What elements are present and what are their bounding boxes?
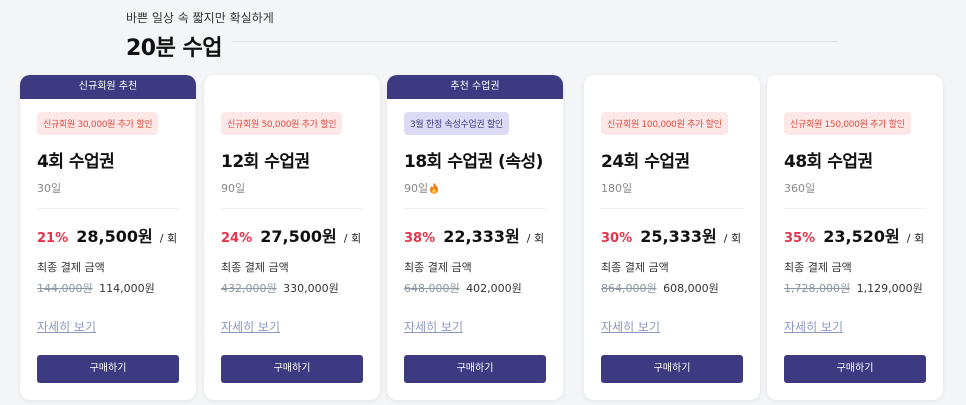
promo-badge: 3월 한정 속성수업권 할인 bbox=[404, 112, 509, 135]
plan-card-48: 신규회원 150,000원 추가 할인 48회 수업권 360일 35% 23,… bbox=[767, 75, 943, 400]
price-row: 21% 28,500원 / 회 bbox=[37, 223, 179, 247]
final-price-label: 최종 결제 금액 bbox=[784, 261, 852, 274]
price-compare: 1,728,000원 1,129,000원 bbox=[784, 280, 926, 296]
per-lesson-label: / 회 bbox=[906, 232, 925, 245]
discount-rate: 35% bbox=[784, 231, 816, 246]
plan-duration: 30일 bbox=[37, 182, 62, 195]
unit-price: 25,333원 bbox=[640, 227, 717, 246]
title-divider bbox=[232, 41, 838, 42]
price-row: 38% 22,333원 / 회 bbox=[404, 223, 546, 247]
plan-duration: 90일 bbox=[404, 180, 546, 195]
card-divider bbox=[221, 208, 363, 209]
detail-link[interactable]: 자세히 보기 bbox=[601, 318, 660, 335]
final-price: 1,129,000원 bbox=[856, 282, 923, 295]
unit-price: 22,333원 bbox=[443, 227, 520, 246]
original-price: 648,000원 bbox=[404, 282, 460, 295]
detail-link[interactable]: 자세히 보기 bbox=[37, 318, 96, 335]
unit-price: 23,520원 bbox=[823, 227, 900, 246]
section-title: 20분 수업 bbox=[126, 36, 222, 61]
final-price-label: 최종 결제 금액 bbox=[37, 261, 105, 274]
final-price: 114,000원 bbox=[99, 282, 155, 295]
plan-duration: 360일 bbox=[784, 182, 816, 195]
per-lesson-label: / 회 bbox=[723, 232, 742, 245]
plan-name: 12회 수업권 bbox=[221, 152, 310, 172]
plan-duration: 180일 bbox=[601, 182, 633, 195]
original-price: 144,000원 bbox=[37, 282, 93, 295]
plan-card-12: 신규회원 50,000원 추가 할인 12회 수업권 90일 24% 27,50… bbox=[204, 75, 380, 400]
detail-link[interactable]: 자세히 보기 bbox=[221, 318, 280, 335]
unit-price: 27,500원 bbox=[260, 227, 337, 246]
per-lesson-label: / 회 bbox=[526, 232, 545, 245]
discount-rate: 30% bbox=[601, 231, 633, 246]
discount-rate: 38% bbox=[404, 231, 436, 246]
plan-name: 18회 수업권 (속성) bbox=[404, 152, 543, 172]
price-row: 30% 25,333원 / 회 bbox=[601, 223, 743, 247]
original-price: 864,000원 bbox=[601, 282, 657, 295]
card-banner: 신규회원 추천 bbox=[20, 75, 196, 99]
final-price: 608,000원 bbox=[663, 282, 719, 295]
unit-price: 28,500원 bbox=[76, 227, 153, 246]
plan-card-24: 신규회원 100,000원 추가 할인 24회 수업권 180일 30% 25,… bbox=[584, 75, 760, 400]
card-divider bbox=[404, 208, 546, 209]
price-compare: 864,000원 608,000원 bbox=[601, 280, 743, 296]
discount-rate: 21% bbox=[37, 231, 69, 246]
promo-badge: 신규회원 100,000원 추가 할인 bbox=[601, 112, 728, 135]
original-price: 1,728,000원 bbox=[784, 282, 851, 295]
per-lesson-label: / 회 bbox=[343, 232, 362, 245]
buy-button[interactable]: 구매하기 bbox=[37, 355, 179, 383]
buy-button[interactable]: 구매하기 bbox=[221, 355, 363, 383]
promo-badge: 신규회원 150,000원 추가 할인 bbox=[784, 112, 911, 135]
plan-name: 4회 수업권 bbox=[37, 152, 115, 172]
detail-link[interactable]: 자세히 보기 bbox=[784, 318, 843, 335]
price-compare: 432,000원 330,000원 bbox=[221, 280, 363, 296]
plan-card-18: 추천 수업권 3월 한정 속성수업권 할인 18회 수업권 (속성) 90일 3… bbox=[387, 75, 563, 400]
plan-name: 48회 수업권 bbox=[784, 152, 873, 172]
discount-rate: 24% bbox=[221, 231, 253, 246]
original-price: 432,000원 bbox=[221, 282, 277, 295]
plan-duration: 90일 bbox=[221, 182, 246, 195]
card-banner: 추천 수업권 bbox=[387, 75, 563, 99]
fire-icon bbox=[430, 182, 439, 194]
per-lesson-label: / 회 bbox=[159, 232, 178, 245]
price-row: 35% 23,520원 / 회 bbox=[784, 223, 926, 247]
card-divider bbox=[37, 208, 179, 209]
plan-name: 24회 수업권 bbox=[601, 152, 690, 172]
buy-button[interactable]: 구매하기 bbox=[404, 355, 546, 383]
card-divider bbox=[784, 208, 926, 209]
buy-button[interactable]: 구매하기 bbox=[601, 355, 743, 383]
final-price-label: 최종 결제 금액 bbox=[601, 261, 669, 274]
final-price-label: 최종 결제 금액 bbox=[221, 261, 289, 274]
promo-badge: 신규회원 50,000원 추가 할인 bbox=[221, 112, 343, 135]
plan-card-4: 신규회원 추천 신규회원 30,000원 추가 할인 4회 수업권 30일 21… bbox=[20, 75, 196, 400]
section-subtitle: 바쁜 일상 속 짧지만 확실하게 bbox=[126, 11, 274, 25]
final-price-label: 최종 결제 금액 bbox=[404, 261, 472, 274]
price-compare: 648,000원 402,000원 bbox=[404, 280, 546, 296]
buy-button[interactable]: 구매하기 bbox=[784, 355, 926, 383]
section-header: 바쁜 일상 속 짧지만 확실하게 20분 수업 bbox=[126, 9, 274, 62]
plan-duration-text: 90일 bbox=[404, 182, 429, 195]
final-price: 402,000원 bbox=[466, 282, 522, 295]
card-divider bbox=[601, 208, 743, 209]
price-row: 24% 27,500원 / 회 bbox=[221, 223, 363, 247]
final-price: 330,000원 bbox=[283, 282, 339, 295]
promo-badge: 신규회원 30,000원 추가 할인 bbox=[37, 112, 159, 135]
detail-link[interactable]: 자세히 보기 bbox=[404, 318, 463, 335]
price-compare: 144,000원 114,000원 bbox=[37, 280, 179, 296]
